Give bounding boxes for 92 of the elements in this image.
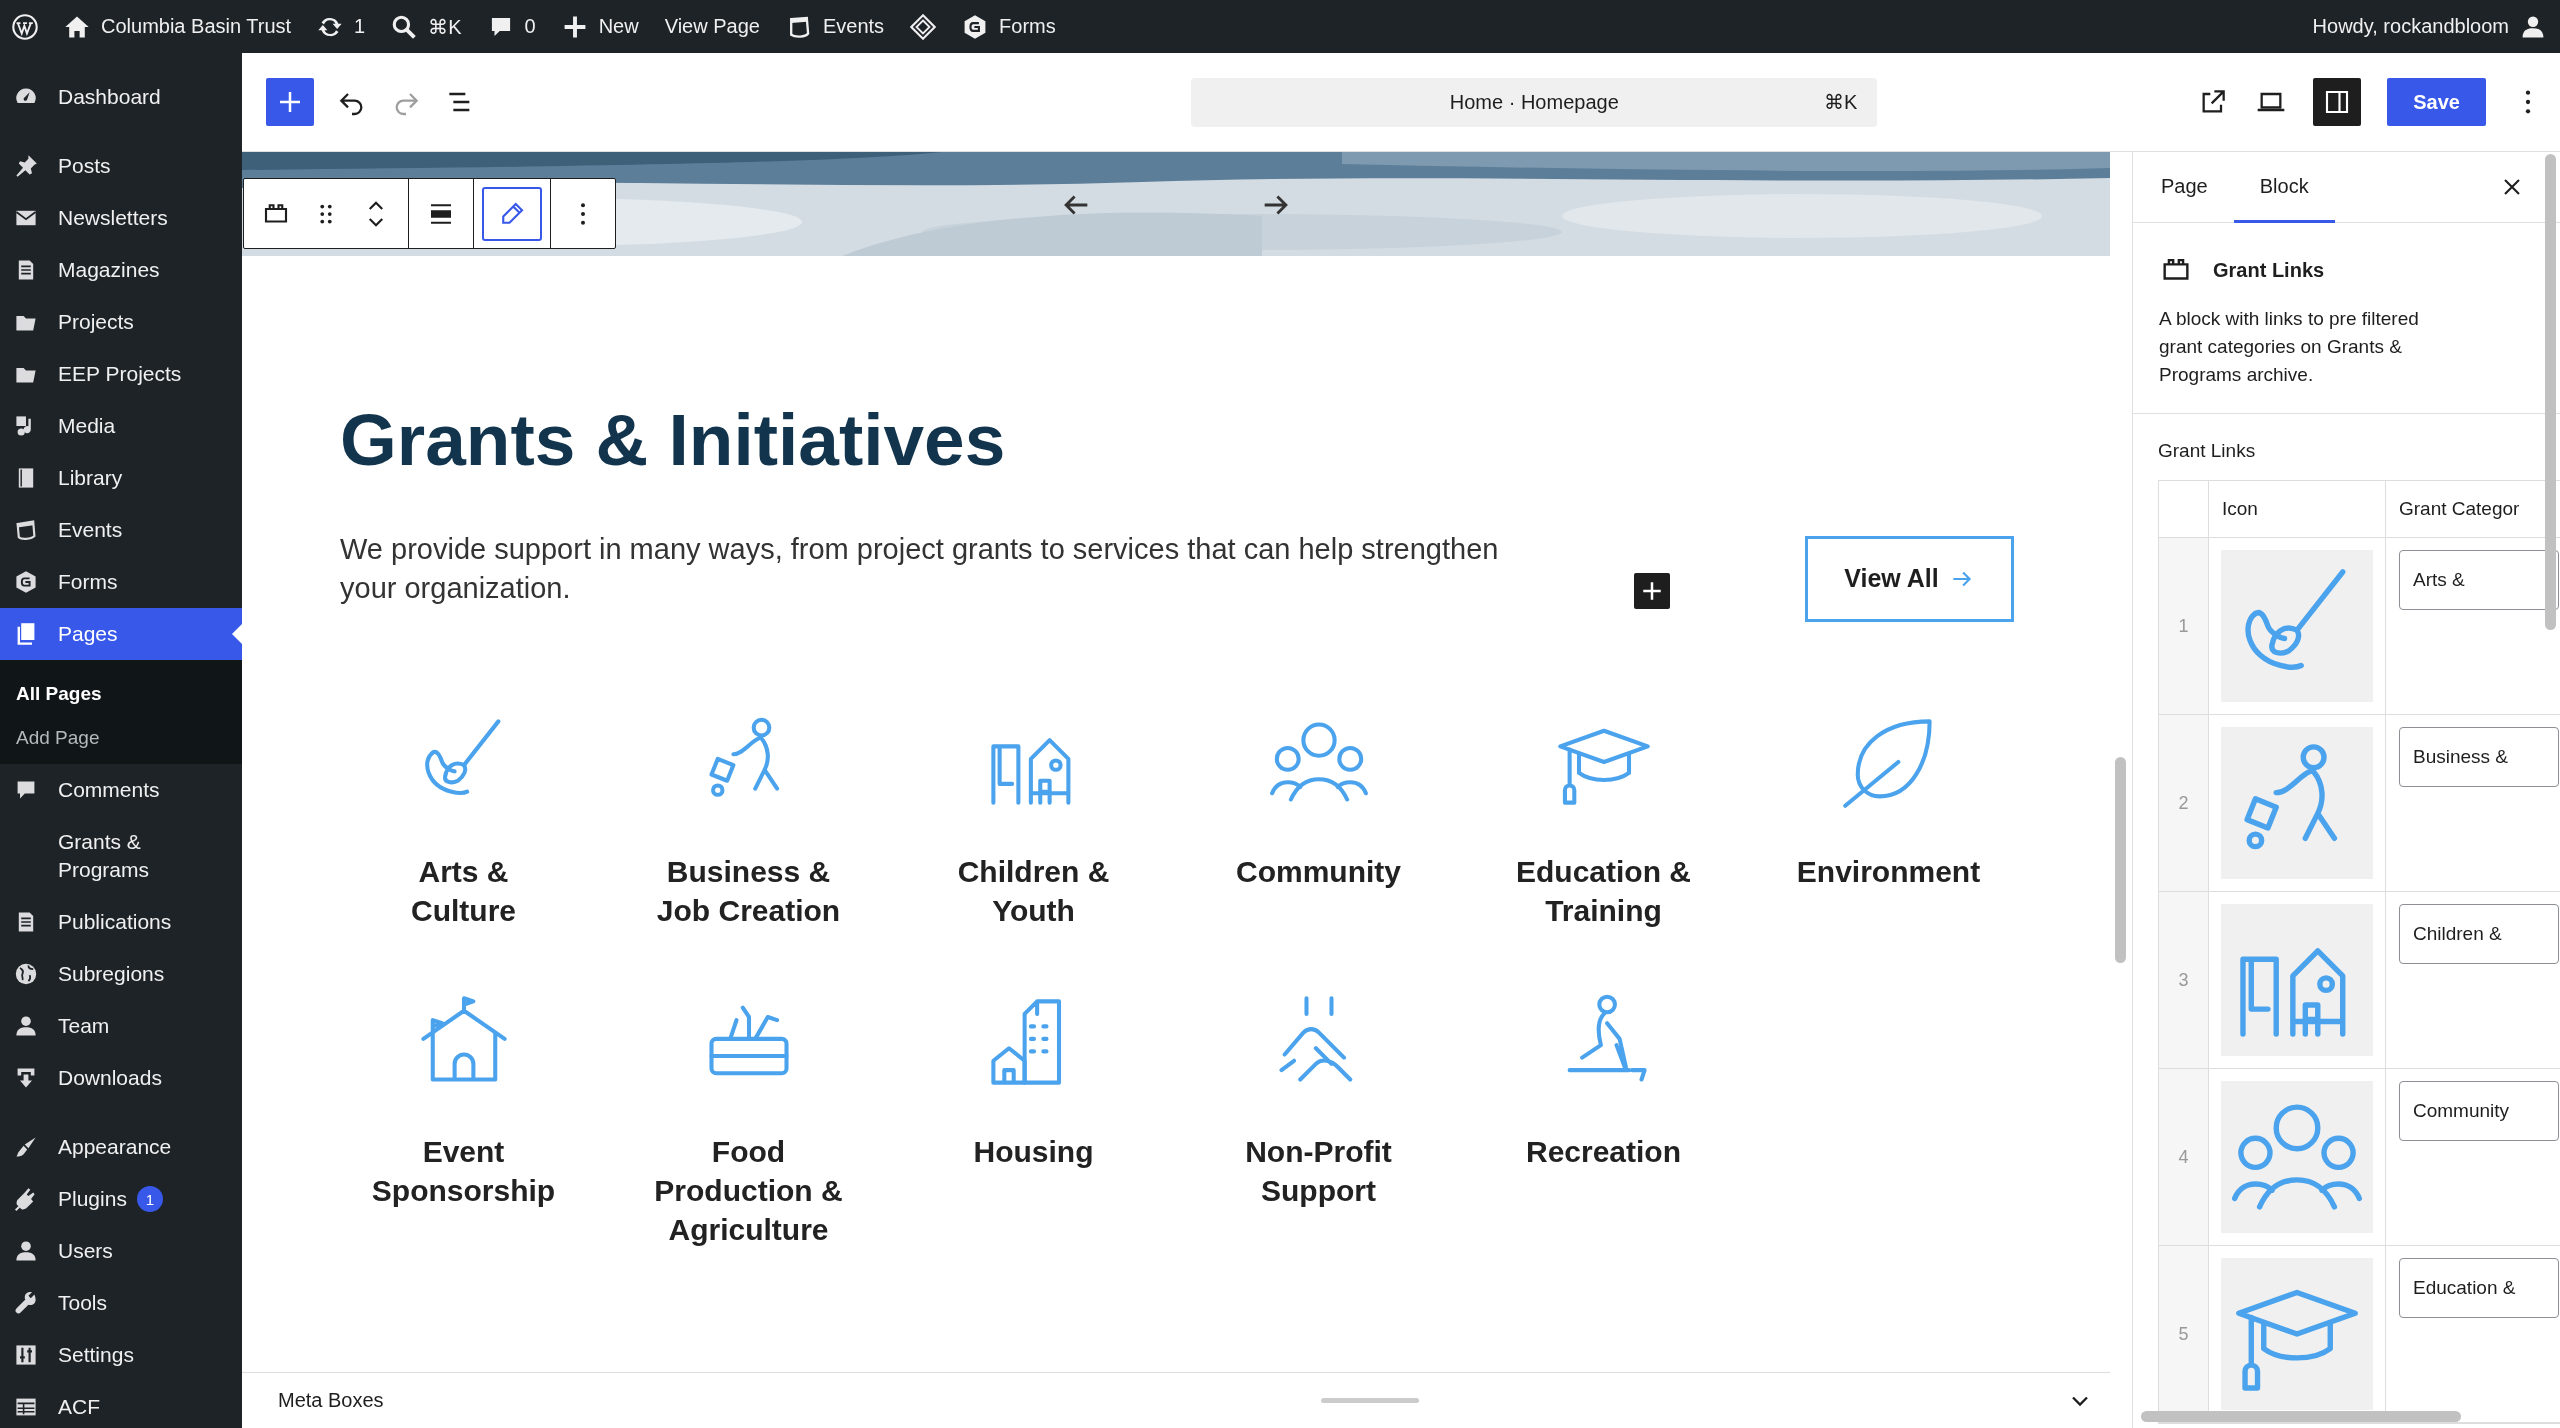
update-count[interactable]: 1 xyxy=(354,15,366,38)
block-description: A block with links to pre filtered grant categories on Grants & Programs archive. xyxy=(2159,307,2420,387)
menu-item[interactable]: Comments xyxy=(0,764,242,816)
person-icon xyxy=(14,1014,38,1038)
search-shortcut[interactable]: ⌘K xyxy=(428,14,462,39)
count-badge: 1 xyxy=(136,1186,163,1212)
category-link[interactable]: Event Sponsorship xyxy=(368,1131,559,1210)
menu-item[interactable]: Magazines xyxy=(0,244,242,296)
sidebar-toggle[interactable] xyxy=(2313,78,2362,126)
menu-item[interactable]: Newsletters xyxy=(0,192,242,244)
menu-item[interactable]: Subregions xyxy=(0,948,242,1000)
menu-item[interactable]: ACF xyxy=(0,1381,242,1428)
category-link[interactable]: Arts & Culture xyxy=(368,851,559,930)
section-heading: Grants & Initiatives xyxy=(340,398,1007,482)
resize-handle[interactable] xyxy=(1320,1398,1419,1403)
menu-item[interactable]: Settings xyxy=(0,1329,242,1381)
document-title[interactable]: Home · Homepage xyxy=(1449,90,1619,114)
menu-item[interactable]: Posts xyxy=(0,140,242,192)
greeting-link[interactable]: Howdy, rockandbloom xyxy=(2312,15,2509,38)
menu-item[interactable]: Media xyxy=(0,400,242,452)
row-number: 2 xyxy=(2159,715,2209,891)
hexagon-icon xyxy=(14,570,38,594)
menu-item[interactable]: Users xyxy=(0,1225,242,1277)
globe-icon xyxy=(14,962,38,986)
menu-item[interactable]: Team xyxy=(0,1000,242,1052)
menu-item[interactable]: Downloads xyxy=(0,1052,242,1104)
menu-item[interactable]: Events xyxy=(0,504,242,556)
view-all-button[interactable]: View All xyxy=(1805,535,2014,622)
diamond-icon[interactable] xyxy=(910,13,937,40)
panel-tab[interactable]: Page xyxy=(2135,152,2234,223)
wrench-icon xyxy=(14,1291,38,1315)
menu-item[interactable]: Publications xyxy=(0,896,242,948)
pencil-button[interactable] xyxy=(482,186,542,241)
category-link[interactable]: Housing xyxy=(938,1131,1129,1171)
people-thumbnail[interactable] xyxy=(2221,1081,2373,1233)
new-link[interactable]: New xyxy=(598,15,639,38)
brush-thumbnail[interactable] xyxy=(2221,550,2373,702)
row-number: 3 xyxy=(2159,892,2209,1068)
menu-item[interactable]: Dashboard xyxy=(0,71,242,123)
search-icon[interactable] xyxy=(391,13,418,40)
view-page-link[interactable]: View Page xyxy=(664,15,760,38)
logo-icon[interactable] xyxy=(12,13,38,40)
forms-link[interactable]: Forms xyxy=(999,15,1056,38)
brush-icon xyxy=(14,1135,38,1159)
comment-count[interactable]: 0 xyxy=(524,15,536,38)
category-link[interactable]: Non-Profit Support xyxy=(1223,1131,1414,1210)
intro-text: We provide support in many ways, from project grants to services that can help strengthen your organization. xyxy=(340,531,1500,606)
meta-boxes-label: Meta Boxes xyxy=(278,1389,384,1412)
scrollbar[interactable] xyxy=(2141,1411,2461,1422)
category-link[interactable]: Recreation xyxy=(1508,1131,1699,1171)
text-field[interactable]: Business & xyxy=(2399,727,2559,787)
menu-item[interactable]: Projects xyxy=(0,296,242,348)
save-button[interactable]: Save xyxy=(2387,78,2486,126)
menu-item[interactable]: Pages xyxy=(0,608,242,660)
person-icon xyxy=(14,1239,38,1263)
category-link[interactable]: Education & Training xyxy=(1508,851,1699,930)
text-field[interactable]: Arts & xyxy=(2399,550,2559,610)
menu-item[interactable]: Forms xyxy=(0,556,242,608)
command-bar[interactable]: Home · Homepage ⌘K xyxy=(1191,77,1878,127)
panel-tab[interactable]: Block xyxy=(2233,152,2335,223)
events-link[interactable]: Events xyxy=(822,15,885,38)
playground-thumbnail[interactable] xyxy=(2221,904,2373,1056)
category-link[interactable]: Children & Youth xyxy=(938,851,1129,930)
scrollbar[interactable] xyxy=(2545,154,2556,630)
scrollbar[interactable] xyxy=(2115,757,2126,963)
row-number: 1 xyxy=(2159,538,2209,714)
category-link[interactable]: Community xyxy=(1223,851,1414,891)
calendar-icon xyxy=(14,518,38,542)
person-cart-thumbnail[interactable] xyxy=(2221,727,2373,879)
column-header: Icon xyxy=(2209,481,2386,537)
menu-item[interactable]: EEP Projects xyxy=(0,348,242,400)
field-label: Grant Links xyxy=(2158,440,2257,462)
text-field[interactable]: Community xyxy=(2399,1081,2559,1141)
menu-item[interactable]: Tools xyxy=(0,1277,242,1329)
category-link[interactable]: Environment xyxy=(1793,851,1984,891)
shortcut-hint: ⌘K xyxy=(1823,90,1858,114)
text-field[interactable]: Education & xyxy=(2399,1258,2559,1318)
pin-icon xyxy=(14,154,38,178)
menu-item[interactable]: Plugins 1 xyxy=(0,1173,242,1225)
category-link[interactable]: Food Production & Agriculture xyxy=(653,1131,844,1249)
site-link[interactable]: Columbia Basin Trust xyxy=(101,15,292,38)
menu-item[interactable]: Appearance xyxy=(0,1121,242,1173)
text-field[interactable]: Children & xyxy=(2399,904,2559,964)
block-name: Grant Links xyxy=(2213,258,2325,282)
submenu-item[interactable]: All Pages xyxy=(0,672,242,716)
row-number: 4 xyxy=(2159,1069,2209,1245)
menu-item[interactable]: Grants & Programs xyxy=(0,816,242,896)
graduation-cap-thumbnail[interactable] xyxy=(2221,1258,2373,1410)
submenu-item[interactable]: Add Page xyxy=(0,716,242,760)
sliders-icon xyxy=(14,1343,38,1367)
category-link[interactable]: Business & Job Creation xyxy=(653,851,844,930)
menu-item[interactable]: Library xyxy=(0,452,242,504)
